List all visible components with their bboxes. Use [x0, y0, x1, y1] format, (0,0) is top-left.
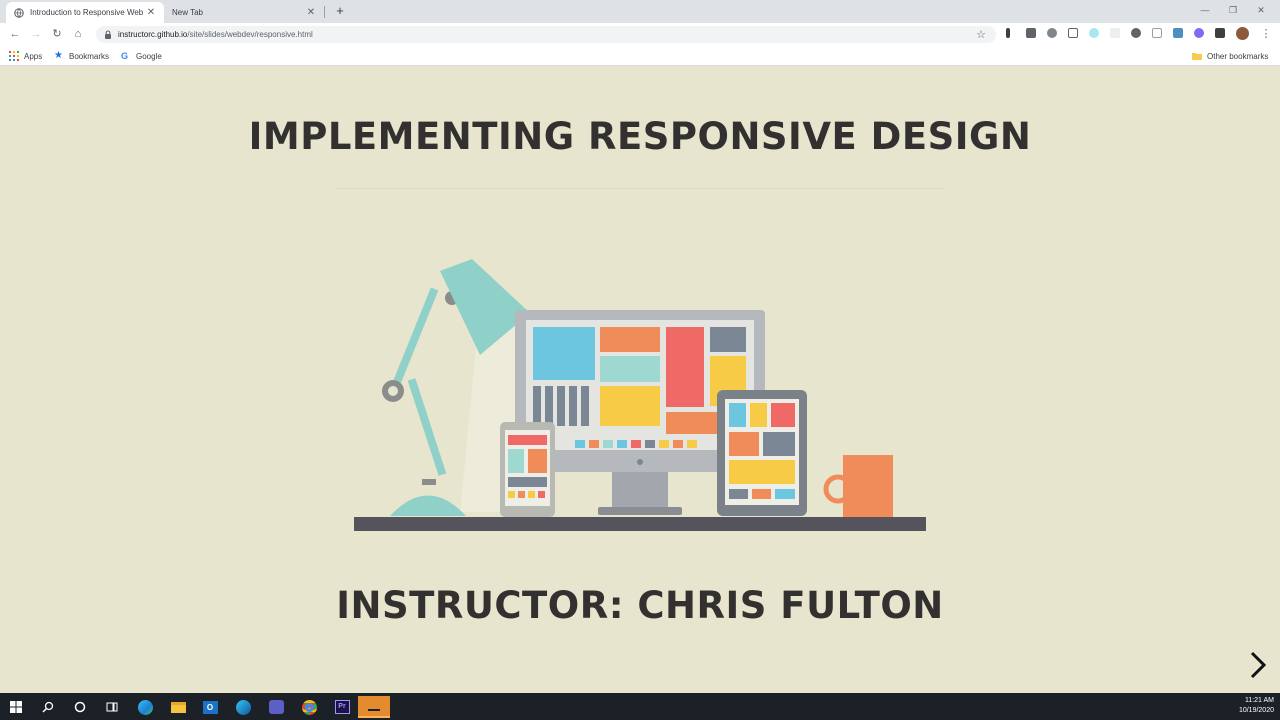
folder-icon: [1192, 53, 1202, 60]
avatar[interactable]: [1236, 27, 1249, 40]
bookmark-star-icon[interactable]: ☆: [976, 28, 986, 41]
cortana-icon[interactable]: [69, 696, 91, 718]
tab-title: Introduction to Responsive Web: [30, 8, 144, 17]
extension-icon[interactable]: [1131, 28, 1141, 38]
outlook-icon[interactable]: O: [199, 696, 221, 718]
extension-icon[interactable]: [1047, 28, 1057, 38]
title-divider: [335, 188, 945, 189]
search-icon[interactable]: [37, 696, 59, 718]
instructor-name: INSTRUCTOR: CHRIS FULTON: [336, 584, 944, 627]
system-clock[interactable]: 11:21 AM 10/19/2020: [1239, 696, 1274, 716]
next-slide-arrow-icon[interactable]: [1246, 650, 1270, 680]
address-bar[interactable]: instructorc.github.io/site/slides/webdev…: [96, 26, 996, 43]
other-bookmarks-label: Other bookmarks: [1207, 51, 1269, 61]
minimize-icon[interactable]: —: [1194, 3, 1216, 17]
extension-icon[interactable]: [1194, 28, 1204, 38]
bookmark-apps[interactable]: Apps: [9, 50, 42, 62]
menu-dots-icon[interactable]: ⋮: [1259, 27, 1273, 41]
new-tab-plus-icon[interactable]: +: [332, 3, 348, 19]
other-bookmarks-folder[interactable]: Other bookmarks: [1192, 50, 1268, 62]
clock-date: 10/19/2020: [1238, 707, 1274, 714]
reload-icon[interactable]: ↻: [50, 27, 64, 41]
tab-separator: [324, 6, 325, 18]
bookmarks-bar: Apps ★ Bookmarks G Google Other bookmark…: [0, 46, 1280, 66]
tab-strip: Introduction to Responsive Web ✕ New Tab…: [0, 0, 1280, 23]
teams-icon[interactable]: [265, 696, 287, 718]
presentation-slide: IMPLEMENTING RESPONSIVE DESIGN INSTRUCTO…: [0, 67, 1280, 693]
tab-new-tab[interactable]: New Tab ✕: [164, 2, 324, 23]
extension-icon[interactable]: [1026, 28, 1036, 38]
star-icon: ★: [54, 50, 63, 61]
google-icon: G: [121, 51, 129, 61]
clock-time: 11:21 AM: [1244, 697, 1274, 704]
close-tab-icon[interactable]: ✕: [146, 7, 156, 18]
tab-responsive-web[interactable]: Introduction to Responsive Web ✕: [6, 2, 164, 23]
file-explorer-icon[interactable]: [167, 696, 189, 718]
url-host: instructorc.github.io: [118, 30, 188, 39]
extension-icon[interactable]: [1006, 28, 1010, 38]
tab-title: New Tab: [172, 8, 203, 17]
url-text: instructorc.github.io/site/slides/webdev…: [118, 30, 313, 39]
extension-icon[interactable]: [1089, 28, 1099, 38]
premiere-icon[interactable]: Pr: [331, 696, 353, 718]
task-view-icon[interactable]: [101, 696, 123, 718]
active-app-icon[interactable]: [358, 696, 390, 718]
globe-icon: [14, 7, 24, 18]
bookmark-google[interactable]: G Google: [121, 50, 162, 62]
bookmark-label: Google: [136, 51, 162, 61]
close-window-icon[interactable]: ✕: [1250, 3, 1272, 17]
extension-icon[interactable]: [1173, 28, 1183, 38]
extension-icon[interactable]: [1068, 28, 1078, 38]
back-arrow-icon[interactable]: ←: [8, 27, 22, 41]
bookmark-label: Bookmarks: [69, 51, 110, 61]
url-path: /site/slides/webdev/responsive.html: [187, 30, 313, 39]
bookmark-label: Apps: [24, 51, 43, 61]
extensions-puzzle-icon[interactable]: [1215, 28, 1225, 38]
extension-icon[interactable]: [1110, 28, 1120, 38]
forward-arrow-icon[interactable]: →: [29, 27, 43, 41]
browser-toolbar: ← → ↻ ⌂ instructorc.github.io/site/slide…: [0, 23, 1280, 46]
edge-browser-icon[interactable]: [134, 696, 156, 718]
windows-taskbar: O Pr 11:21 AM 10/19/2020: [0, 693, 1280, 720]
slide-title: IMPLEMENTING RESPONSIVE DESIGN: [248, 115, 1032, 158]
lock-icon: [105, 30, 111, 39]
apps-grid-icon: [9, 51, 19, 61]
home-icon[interactable]: ⌂: [71, 27, 85, 41]
maximize-icon[interactable]: ❐: [1222, 3, 1244, 17]
edge-icon[interactable]: [232, 696, 254, 718]
bookmark-bookmarks[interactable]: ★ Bookmarks: [54, 50, 109, 62]
extension-icon[interactable]: [1152, 28, 1162, 38]
responsive-devices-illustration: [354, 259, 926, 531]
chrome-icon[interactable]: [298, 696, 320, 718]
windows-start-icon[interactable]: [5, 696, 27, 718]
close-tab-icon[interactable]: ✕: [306, 7, 316, 18]
